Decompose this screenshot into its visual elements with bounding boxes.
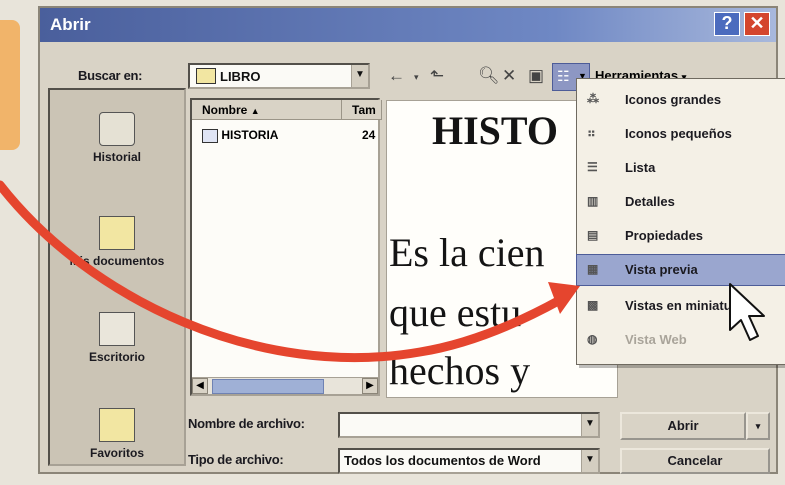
- word-doc-icon: [202, 128, 218, 143]
- place-label-favoritos: Favoritos: [89, 446, 144, 460]
- preview-line: Es la cien: [389, 230, 545, 275]
- up-folder-icon[interactable]: ⬑: [430, 66, 444, 86]
- back-icon[interactable]: ←: [388, 66, 405, 86]
- large-icons-icon: ⁂: [587, 92, 599, 106]
- place-label-mis-documentos: Mis documentos: [69, 254, 165, 268]
- col-header-name[interactable]: Nombre ▲: [192, 100, 342, 120]
- dialog-title: Abrir: [50, 15, 91, 34]
- place-escritorio[interactable]: Escritorio: [50, 312, 184, 364]
- chevron-down-icon[interactable]: ▼: [581, 450, 598, 472]
- cancel-button[interactable]: Cancelar: [620, 448, 770, 474]
- filename-label: Nombre de archivo:: [188, 416, 305, 431]
- folder-icon: [196, 68, 216, 84]
- preview-line: que estu: [389, 290, 522, 335]
- menu-item-properties[interactable]: ▤ Propiedades: [577, 221, 785, 251]
- menu-item-web-view: ◍ Vista Web: [577, 325, 785, 355]
- horizontal-scrollbar[interactable]: ◀ ▶: [192, 377, 378, 394]
- places-bar: Historial Mis documentos Escritorio Favo…: [48, 88, 186, 466]
- filetype-select[interactable]: Todos los documentos de Word ▼: [338, 448, 600, 474]
- menu-item-label: Vistas en miniatura: [625, 298, 744, 313]
- preview-heading: HISTO: [432, 108, 558, 153]
- back-dropdown-icon[interactable]: ▾: [414, 72, 419, 83]
- place-historial[interactable]: Historial: [50, 112, 184, 164]
- col-header-name-label: Nombre: [202, 103, 248, 117]
- menu-item-label: Iconos pequeños: [625, 126, 732, 141]
- views-menu: ⁂ Iconos grandes ⠶ Iconos pequeños ☰ Lis…: [576, 78, 785, 365]
- place-mis-documentos[interactable]: Mis documentos: [50, 216, 184, 268]
- file-row[interactable]: HISTORIA: [202, 128, 278, 143]
- new-folder-icon[interactable]: ▣: [528, 66, 544, 86]
- menu-item-thumbnails[interactable]: ▩ Vistas en miniatura: [577, 291, 785, 321]
- preview-icon: ▦: [587, 262, 599, 276]
- menu-item-label: Detalles: [625, 194, 675, 209]
- scroll-right-icon[interactable]: ▶: [362, 378, 378, 394]
- open-button[interactable]: Abrir: [620, 412, 746, 440]
- chevron-down-icon[interactable]: ▼: [581, 414, 598, 436]
- web-view-icon: ◍: [587, 332, 598, 346]
- favorites-icon: [99, 408, 135, 442]
- title-bar: Abrir ? ✕: [40, 8, 776, 42]
- place-label-historial: Historial: [92, 150, 141, 164]
- lookin-combo[interactable]: LIBRO ▼: [188, 63, 370, 89]
- menu-item-large-icons[interactable]: ⁂ Iconos grandes: [577, 85, 785, 115]
- menu-item-preview[interactable]: ▦ Vista previa: [576, 254, 785, 286]
- close-button[interactable]: ✕: [744, 12, 770, 36]
- thumbnails-icon: ▩: [587, 298, 599, 312]
- filetype-label: Tipo de archivo:: [188, 452, 284, 467]
- file-name: HISTORIA: [221, 128, 279, 142]
- list-icon: ☰: [587, 160, 598, 174]
- lookin-value: LIBRO: [220, 69, 261, 84]
- preview-line: hechos y: [389, 348, 531, 393]
- orange-tab-decoration: [0, 20, 20, 150]
- filename-input[interactable]: ▼: [338, 412, 600, 438]
- details-icon: ▥: [587, 194, 599, 208]
- menu-item-label: Lista: [625, 160, 656, 175]
- properties-icon: ▤: [587, 228, 599, 242]
- menu-item-list[interactable]: ☰ Lista: [577, 153, 785, 183]
- menu-item-details[interactable]: ▥ Detalles: [577, 187, 785, 217]
- col-header-size[interactable]: Tam: [342, 100, 382, 120]
- menu-item-label: Vista previa: [625, 262, 698, 277]
- desktop-icon: [99, 312, 135, 346]
- small-icons-icon: ⠶: [587, 126, 596, 140]
- place-label-escritorio: Escritorio: [88, 350, 145, 364]
- menu-item-small-icons[interactable]: ⠶ Iconos pequeños: [577, 119, 785, 149]
- menu-item-label: Propiedades: [625, 228, 704, 243]
- open-dropdown-icon[interactable]: ▾: [746, 412, 770, 440]
- lookin-label: Buscar en:: [78, 68, 143, 83]
- filetype-value: Todos los documentos de Word: [344, 453, 541, 468]
- my-documents-icon: [99, 216, 135, 250]
- delete-icon[interactable]: ✕: [502, 66, 516, 86]
- history-icon: [99, 112, 135, 146]
- scroll-thumb[interactable]: [212, 379, 324, 394]
- place-favoritos[interactable]: Favoritos: [50, 408, 184, 460]
- scroll-left-icon[interactable]: ◀: [192, 378, 208, 394]
- sort-asc-icon: ▲: [250, 106, 260, 116]
- views-icon: ☷: [557, 68, 570, 84]
- file-list: Nombre ▲ Tam HISTORIA 24 ◀ ▶: [190, 98, 382, 396]
- chevron-down-icon[interactable]: ▼: [351, 65, 368, 87]
- menu-item-label: Vista Web: [625, 332, 687, 347]
- file-size: 24: [362, 128, 376, 142]
- help-button[interactable]: ?: [714, 12, 740, 36]
- menu-item-label: Iconos grandes: [625, 92, 722, 107]
- search-web-icon[interactable]: 🔍︎: [478, 66, 500, 86]
